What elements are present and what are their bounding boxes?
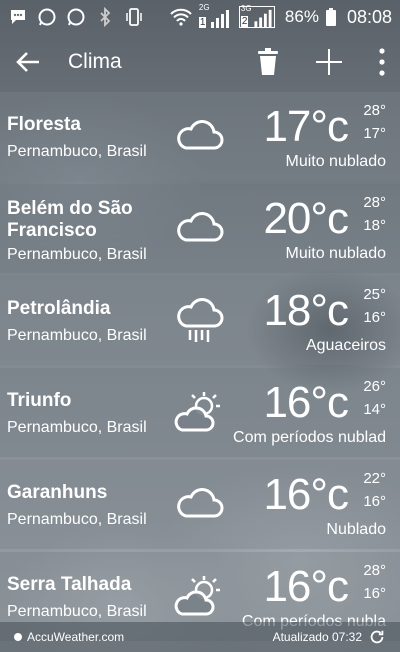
add-icon[interactable] (314, 47, 344, 77)
footer-bar: AccuWeather.com Atualizado 07:32 (0, 622, 400, 652)
current-temperature: 16°c (263, 562, 349, 611)
vibrate-icon (126, 8, 142, 26)
cloud-icon (177, 120, 224, 150)
city-row[interactable]: Floresta Pernambuco, Brasil 17°c 28° 17°… (0, 92, 400, 181)
low-temperature: 16° (363, 309, 386, 326)
city-region: Pernambuco, Brasil (7, 603, 147, 620)
city-name: Garanhuns (7, 482, 108, 503)
low-temperature: 17° (363, 125, 386, 142)
app-bar: Clima (0, 34, 400, 90)
provider-label[interactable]: AccuWeather.com (27, 630, 124, 644)
city-region: Pernambuco, Brasil (7, 143, 147, 160)
weather-condition: Com períodos nublad (233, 429, 386, 446)
city-name: Petrolândia (7, 298, 111, 319)
whatsapp-icon-2 (67, 8, 85, 26)
city-region: Pernambuco, Brasil (7, 327, 147, 344)
high-temperature: 25° (363, 286, 386, 303)
city-name: Serra Talhada (7, 574, 132, 595)
low-temperature: 14° (363, 401, 386, 418)
signal-sim2: 3G 2 (238, 4, 275, 28)
partly-cloudy-icon (174, 576, 220, 616)
high-temperature: 28° (363, 102, 386, 119)
city-name: Belém do São Francisco (7, 198, 133, 241)
current-temperature: 17°c (263, 102, 349, 151)
city-name: Triunfo (7, 390, 72, 411)
status-bar: 2G 1 3G 2 86% 08:08 (0, 0, 400, 34)
page-title: Clima (68, 50, 122, 73)
high-temperature: 26° (363, 378, 386, 395)
low-temperature: 16° (363, 493, 386, 510)
whatsapp-icon (38, 8, 56, 26)
notification-icons (8, 7, 144, 27)
current-temperature: 16°c (263, 378, 349, 427)
city-row[interactable]: Garanhuns Pernambuco, Brasil 16°c 22° 16… (0, 460, 400, 549)
high-temperature: 28° (363, 194, 386, 211)
wifi-icon (170, 8, 192, 26)
network-type-2: 3G (240, 4, 252, 13)
current-temperature: 16°c (263, 470, 349, 519)
last-updated: Atualizado 07:32 (272, 630, 362, 644)
low-temperature: 18° (363, 217, 386, 234)
accuweather-logo-icon (14, 633, 22, 641)
current-temperature: 20°c (263, 194, 349, 243)
message-icon (11, 10, 25, 24)
weather-condition: Muito nublado (285, 245, 386, 262)
clock: 08:08 (346, 6, 392, 27)
low-temperature: 16° (363, 585, 386, 602)
city-region: Pernambuco, Brasil (7, 246, 147, 263)
cloud-icon (177, 488, 224, 518)
sim-2-label: 2 (240, 16, 249, 27)
sim-1-label: 1 (198, 17, 207, 28)
trash-icon[interactable] (256, 48, 280, 76)
bluetooth-icon (100, 7, 111, 27)
current-temperature: 18°c (263, 286, 349, 335)
weather-condition: Muito nublado (285, 153, 386, 170)
high-temperature: 22° (363, 470, 386, 487)
back-arrow-icon[interactable] (14, 48, 42, 76)
refresh-icon[interactable] (368, 628, 386, 646)
city-row[interactable]: Petrolândia Pernambuco, Brasil 18°c 25° … (0, 276, 400, 365)
city-list: Floresta Pernambuco, Brasil 17°c 28° 17°… (0, 92, 400, 644)
battery-percent: 86% (284, 7, 319, 26)
high-temperature: 28° (363, 562, 386, 579)
city-region: Pernambuco, Brasil (7, 511, 147, 528)
signal-bars-icon-2 (254, 9, 272, 27)
weather-condition: Nublado (326, 521, 386, 538)
more-options-icon[interactable] (378, 47, 386, 77)
signal-sim1: 2G 1 (198, 3, 233, 28)
city-name: Floresta (7, 114, 81, 135)
signal-bars-icon (210, 10, 229, 28)
city-row[interactable]: Triunfo Pernambuco, Brasil 16°c 26° 14° … (0, 368, 400, 457)
partly-cloudy-icon (174, 392, 220, 432)
city-region: Pernambuco, Brasil (7, 419, 147, 436)
city-row[interactable]: Belém do São Francisco Pernambuco, Brasi… (0, 184, 400, 273)
battery-icon (325, 8, 336, 26)
cloud-icon (177, 212, 224, 242)
rain-icon (177, 298, 224, 342)
weather-condition: Aguaceiros (305, 337, 386, 354)
